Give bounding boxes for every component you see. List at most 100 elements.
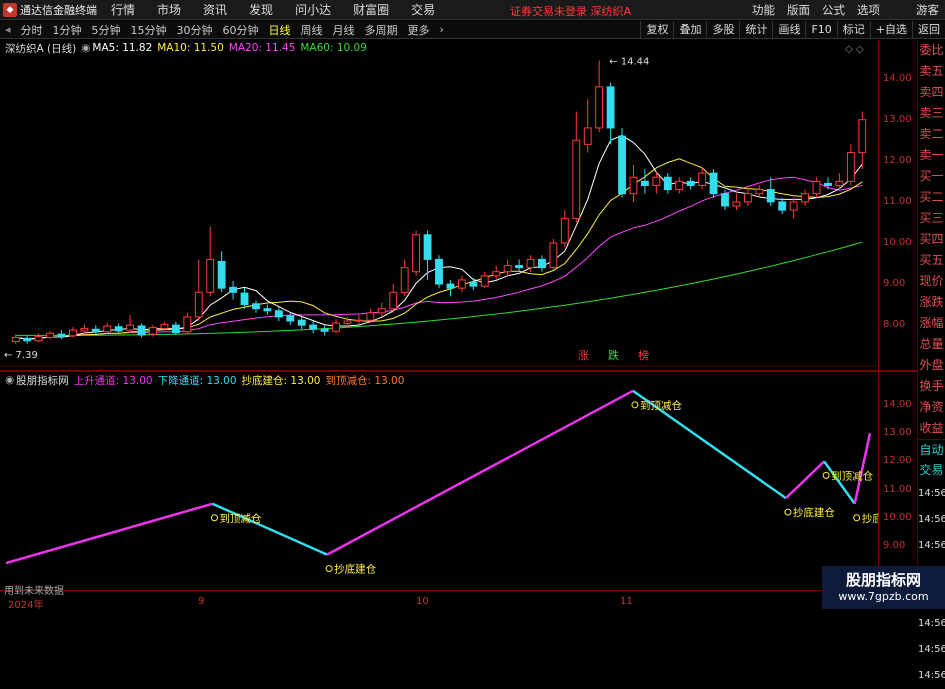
diamond-icon: ◇ ◇ bbox=[845, 44, 864, 55]
candle-body bbox=[126, 324, 135, 331]
menu-item-market[interactable]: 市场 bbox=[146, 1, 192, 18]
indicator-chart[interactable]: 到顶减仓抄底建仓到顶减仓抄底建仓到顶减仓抄底建仓 bbox=[0, 372, 878, 590]
signal-dot-icon bbox=[631, 401, 639, 409]
candle-body bbox=[91, 328, 100, 333]
date-tick-label: 9 bbox=[198, 596, 205, 607]
candle-body bbox=[572, 139, 581, 219]
candle-body bbox=[194, 291, 203, 318]
tab-weekly[interactable]: 周线 bbox=[296, 22, 328, 38]
menu-item-news[interactable]: 资讯 bbox=[192, 1, 238, 18]
menu-item-layout[interactable]: 版面 bbox=[781, 2, 816, 18]
candle-body bbox=[400, 267, 409, 293]
candle-body bbox=[366, 312, 375, 321]
statistics-button[interactable]: 统计 bbox=[739, 21, 772, 39]
side-panel-item: 交易 bbox=[919, 463, 944, 477]
candle-body bbox=[297, 319, 306, 326]
candle-body bbox=[68, 329, 77, 337]
candle-body bbox=[252, 303, 260, 310]
candlestick-chart[interactable]: ← 14.44 ← 7.39 涨 跌 榜 ◇ ◇ bbox=[0, 40, 878, 370]
menu-item-formula[interactable]: 公式 bbox=[816, 2, 851, 18]
candle-body bbox=[46, 332, 54, 338]
add-watchlist-button[interactable]: +自选 bbox=[869, 21, 912, 39]
side-panel-item: 总量 bbox=[919, 337, 944, 351]
tab-5min[interactable]: 5分钟 bbox=[87, 22, 126, 38]
title-bar: ◆ 通达信金融终端 行情 市场 资讯 发现 问小达 财富圈 交易 证券交易未登录… bbox=[0, 0, 945, 20]
candle-body bbox=[835, 180, 844, 186]
candle-body bbox=[640, 180, 649, 186]
restore-rights-button[interactable]: 复权 bbox=[640, 21, 673, 39]
event-marker: 榜 bbox=[638, 348, 649, 362]
right-menu: 功能 版面 公式 选项 游客 bbox=[746, 0, 945, 20]
login-notice: 证券交易未登录 深纺织A bbox=[510, 5, 632, 18]
multi-stock-button[interactable]: 多股 bbox=[706, 21, 739, 39]
tab-monthly[interactable]: 月线 bbox=[328, 22, 360, 38]
future-data-note: 用到未来数据 bbox=[4, 586, 64, 597]
watermark-title: 股朋指标网 bbox=[845, 571, 921, 589]
mark-button[interactable]: 标记 bbox=[836, 21, 870, 39]
tab-30min[interactable]: 30分钟 bbox=[172, 22, 218, 38]
down-channel-label: 下降通道: 13.00 bbox=[157, 374, 237, 387]
candle-body bbox=[743, 193, 752, 203]
app-name: 通达信金融终端 bbox=[20, 3, 97, 17]
back-button[interactable]: 返回 bbox=[912, 21, 945, 39]
back-arrow-icon[interactable]: ◂ bbox=[0, 23, 16, 36]
side-panel-item: 买一 bbox=[919, 169, 944, 183]
tab-more[interactable]: 更多 bbox=[403, 22, 435, 38]
sell-label: 到顶减仓: 13.00 bbox=[325, 374, 405, 387]
candle-body bbox=[332, 322, 340, 332]
side-panel-item: 14:56 bbox=[918, 670, 945, 681]
side-panel-item: 买五 bbox=[919, 253, 944, 267]
menu-item-wealth[interactable]: 财富圈 bbox=[342, 1, 400, 18]
stock-title[interactable]: 深纺织A (日线) bbox=[5, 41, 76, 56]
low-price-label: ← 7.39 bbox=[4, 350, 38, 361]
candle-body bbox=[549, 242, 558, 269]
tab-timeshare[interactable]: 分时 bbox=[16, 22, 48, 38]
chevron-right-icon[interactable]: › bbox=[435, 23, 449, 36]
tab-daily[interactable]: 日线 bbox=[264, 22, 296, 38]
channel-segment bbox=[5, 502, 213, 565]
menu-item-trade[interactable]: 交易 bbox=[400, 1, 446, 18]
quote-side-panel: 委比 卖五 卖四 卖三 卖二 卖一 买一 买二 买三 买四 买五 现价 涨跌 涨幅 总量 外盘 换手 净资 收益 自动… bbox=[917, 40, 945, 681]
candle-body bbox=[778, 201, 787, 211]
candle-body bbox=[789, 201, 798, 211]
signal-label: 抄底建仓 bbox=[793, 506, 835, 519]
period-tabs: ◂ 分时 1分钟 5分钟 15分钟 30分钟 60分钟 日线 周线 月线 多周期… bbox=[0, 22, 449, 38]
candle-body bbox=[526, 258, 535, 269]
site-watermark: 股朋指标网 www.7gpzb.com bbox=[822, 566, 945, 609]
indicator-title[interactable]: 股朋指标网 bbox=[16, 373, 69, 388]
indicator-tick-label: 14.00 bbox=[883, 398, 912, 410]
candle-body bbox=[846, 152, 855, 182]
candle-body bbox=[171, 324, 180, 334]
menu-item-discover[interactable]: 发现 bbox=[238, 1, 284, 18]
candle-body bbox=[377, 308, 386, 314]
candle-body bbox=[618, 135, 626, 195]
f10-button[interactable]: F10 bbox=[805, 21, 836, 39]
draw-line-button[interactable]: 画线 bbox=[772, 21, 805, 39]
side-panel-item: 涨幅 bbox=[919, 316, 944, 330]
indicator-tick-label: 13.00 bbox=[883, 427, 912, 439]
guest-user[interactable]: 游客 bbox=[910, 2, 945, 18]
side-panel-item: 买四 bbox=[919, 232, 944, 246]
candle-body bbox=[160, 323, 169, 329]
channel-segment bbox=[785, 460, 825, 500]
menu-item-function[interactable]: 功能 bbox=[746, 2, 781, 18]
tab-1min[interactable]: 1分钟 bbox=[48, 22, 87, 38]
signal-dot-icon bbox=[853, 514, 861, 522]
tab-multi-period[interactable]: 多周期 bbox=[360, 22, 403, 38]
settings-icon[interactable]: ◉ bbox=[81, 42, 90, 54]
tab-15min[interactable]: 15分钟 bbox=[126, 22, 172, 38]
signal-label: 抄底建仓 bbox=[862, 512, 878, 525]
menu-item-ask[interactable]: 问小达 bbox=[284, 1, 342, 18]
tab-60min[interactable]: 60分钟 bbox=[218, 22, 264, 38]
menu-item-quotes[interactable]: 行情 bbox=[100, 1, 146, 18]
price-tick-label: 13.00 bbox=[883, 113, 912, 125]
settings-icon[interactable]: ◉ bbox=[5, 374, 14, 386]
channel-segment bbox=[853, 432, 872, 505]
candle-body bbox=[858, 119, 867, 154]
side-panel-item: 外盘 bbox=[919, 358, 944, 372]
overlay-button[interactable]: 叠加 bbox=[673, 21, 706, 39]
buy-label: 抄底建仓: 13.00 bbox=[241, 374, 321, 387]
menu-item-options[interactable]: 选项 bbox=[851, 2, 886, 18]
ma5-label: MA5: 11.82 bbox=[92, 42, 153, 54]
candle-body bbox=[755, 189, 764, 195]
